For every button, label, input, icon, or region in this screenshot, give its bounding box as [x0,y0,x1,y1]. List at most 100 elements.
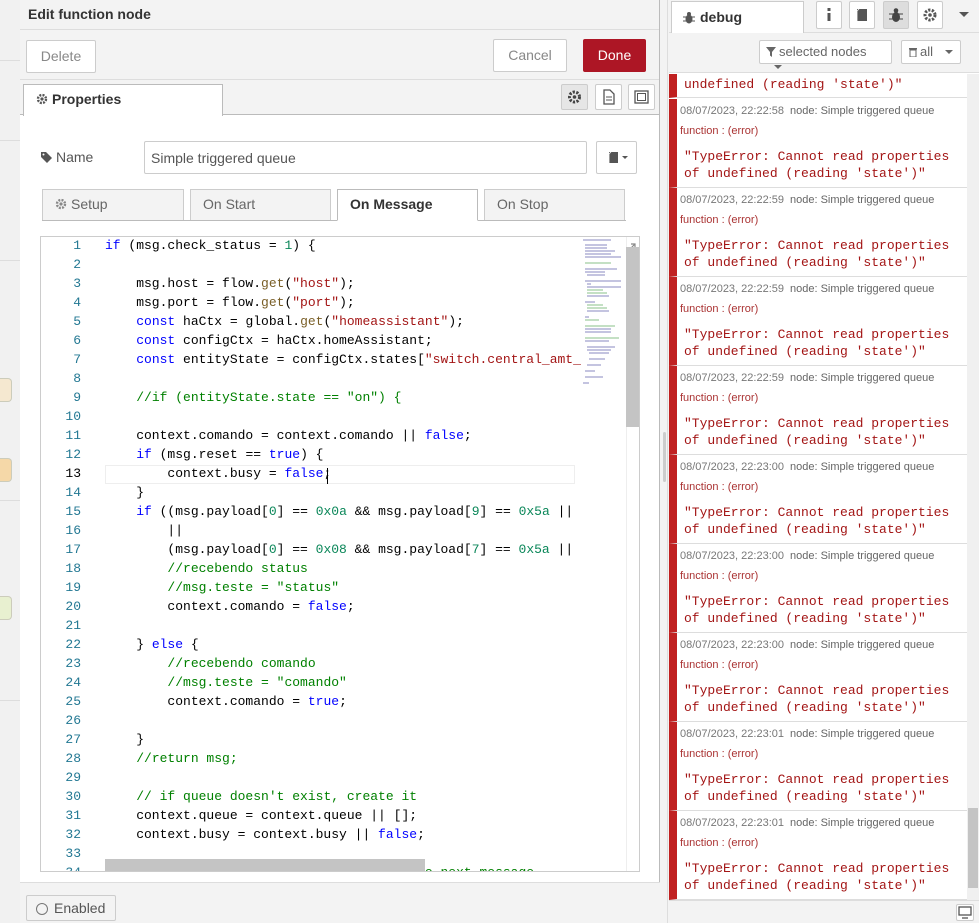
sidebar-tabs-menu[interactable] [952,1,976,29]
line-number-gutter: 1 2 3 4 5 6 7 8 9 10 11 12 13 14 15 16 17 18 19 20 21 22 23 24 2… [41,237,97,871]
gear-icon [55,198,67,210]
debug-message[interactable]: 08/07/2023, 22:22:59 node: Simple trigger… [669,366,967,455]
debug-list-scroll-thumb[interactable] [968,808,978,888]
debug-message[interactable]: 08/07/2023, 22:22:58 node: Simple trigger… [669,99,967,188]
flow-canvas-edge [0,0,20,923]
tab-on-message[interactable]: On Message [337,189,478,221]
code-editor[interactable]: 1 2 3 4 5 6 7 8 9 10 11 12 13 14 15 16 17 18 19 20 21 22 23 24 2… [40,236,640,872]
debug-message-node[interactable]: node: Simple triggered queue [790,639,934,651]
tab-node-appearance[interactable] [628,84,655,110]
sidebar-tab-help[interactable] [849,1,875,29]
open-debug-window-button[interactable] [956,904,974,921]
code-line: context.comando = false; [105,599,355,614]
code-line: || [105,523,184,538]
caret-down-icon [959,12,969,17]
code-line: //msg.teste = "status" [167,580,340,595]
line-number: 4 [73,295,81,310]
debug-message-time: 08/07/2023, 22:22:59 [680,283,784,295]
enabled-toggle[interactable]: Enabled [26,895,116,921]
code-line: //recebendo comando [167,656,316,671]
text-cursor [327,468,328,484]
debug-message-body: "TypeError: Cannot read properties of un… [684,505,950,537]
line-number: 9 [73,390,81,405]
debug-clear-label: all [920,44,934,59]
sidebar-tab-info[interactable] [816,1,842,29]
line-number: 6 [73,333,81,348]
debug-message[interactable]: 08/07/2023, 22:22:59 node: Simple trigger… [669,188,967,277]
sidebar-tab-debug[interactable]: debug [671,1,804,33]
tab-on-start[interactable]: On Start [190,189,331,221]
done-button[interactable]: Done [583,39,646,72]
debug-message-body: "TypeError: Cannot read properties of un… [684,149,950,181]
sidebar-footer [669,900,979,923]
sidebar-splitter[interactable] [661,0,668,923]
debug-message-node[interactable]: node: Simple triggered queue [790,461,934,473]
debug-message-body: "TypeError: Cannot read properties of un… [684,327,950,359]
tab-node-description[interactable] [595,84,622,110]
debug-message[interactable]: 08/07/2023, 22:23:01 node: Simple trigger… [669,811,967,900]
code-line: // if queue doesn't exist, create it [136,789,418,804]
line-number: 27 [65,732,81,747]
info-icon [827,8,831,21]
name-input[interactable] [144,141,587,174]
debug-message-body: "TypeError: Cannot read properties of un… [684,772,950,804]
filter-icon [766,47,776,57]
line-number: 32 [65,827,81,842]
line-number: 30 [65,789,81,804]
debug-message-node[interactable]: node: Simple triggered queue [790,817,934,829]
debug-filter-label: selected nodes [779,44,867,59]
editor-horizontal-scroll-thumb[interactable] [105,859,425,871]
gear-icon [923,8,937,22]
sidebar-tab-debug-icon[interactable] [883,1,909,29]
code-line: } [105,485,145,500]
code-line: if (msg.reset == true) { [136,447,324,462]
editor-scroll-thumb[interactable] [626,247,639,427]
debug-list-scrollbar[interactable] [967,74,979,900]
debug-message-body: undefined (reading 'state')" [684,77,903,92]
bug-icon [683,12,695,24]
splitter-grip[interactable] [663,432,666,482]
node-icon-select-button[interactable] [596,141,637,174]
debug-message[interactable]: 08/07/2023, 22:23:00 node: Simple trigger… [669,455,967,544]
code-content[interactable]: if (msg.check_status = 1) { msg.host = f… [105,237,581,871]
code-tab-bar: Setup On Start On Message On Stop [42,188,626,221]
debug-message-node[interactable]: node: Simple triggered queue [790,194,934,206]
tab-node-settings[interactable] [561,84,588,110]
debug-message-body: "TypeError: Cannot read properties of un… [684,594,950,626]
debug-message[interactable]: 08/07/2023, 22:23:00 node: Simple trigger… [669,633,967,722]
tab-setup[interactable]: Setup [42,189,184,221]
debug-filter-button[interactable]: selected nodes [759,40,892,69]
tab-properties[interactable]: Properties [23,84,223,116]
debug-message-node[interactable]: node: Simple triggered queue [790,728,934,740]
debug-message[interactable]: undefined (reading 'state')" [669,74,967,98]
debug-clear-button[interactable]: all [901,40,961,64]
code-minimap[interactable] [581,237,625,397]
sidebar-tab-config[interactable] [917,1,943,29]
line-number: 3 [73,276,81,291]
line-number: 28 [65,751,81,766]
tab-on-stop[interactable]: On Stop [484,189,625,221]
debug-message-node[interactable]: node: Simple triggered queue [790,283,934,295]
caret-down-icon [944,50,953,54]
code-line: context.comando = context.comando || fal… [105,428,472,443]
debug-message-node[interactable]: node: Simple triggered queue [790,372,934,384]
delete-button[interactable]: Delete [26,40,96,73]
debug-message[interactable]: 08/07/2023, 22:22:59 node: Simple trigger… [669,277,967,366]
debug-message-source: function : (error) [680,659,759,671]
code-line: //if (entityState.state == "on") { [136,390,402,405]
debug-message[interactable]: 08/07/2023, 22:23:00 node: Simple trigger… [669,544,967,633]
debug-message-node[interactable]: node: Simple triggered queue [790,550,934,562]
debug-message-node[interactable]: node: Simple triggered queue [790,105,934,117]
code-line: context.busy = context.busy || false; [105,827,425,842]
window-icon [634,90,649,104]
debug-message[interactable]: 08/07/2023, 22:23:01 node: Simple trigger… [669,722,967,811]
line-number: 29 [65,770,81,785]
line-number: 26 [65,713,81,728]
sidebar-tab-debug-label: debug [700,9,742,25]
code-line: if (msg.check_status = 1) { [105,238,316,253]
debug-message-time: 08/07/2023, 22:23:00 [680,550,784,562]
debug-message-time: 08/07/2023, 22:22:59 [680,372,784,384]
cancel-button[interactable]: Cancel [493,39,567,72]
monitor-icon [958,906,972,919]
code-line: //recebendo status [167,561,308,576]
